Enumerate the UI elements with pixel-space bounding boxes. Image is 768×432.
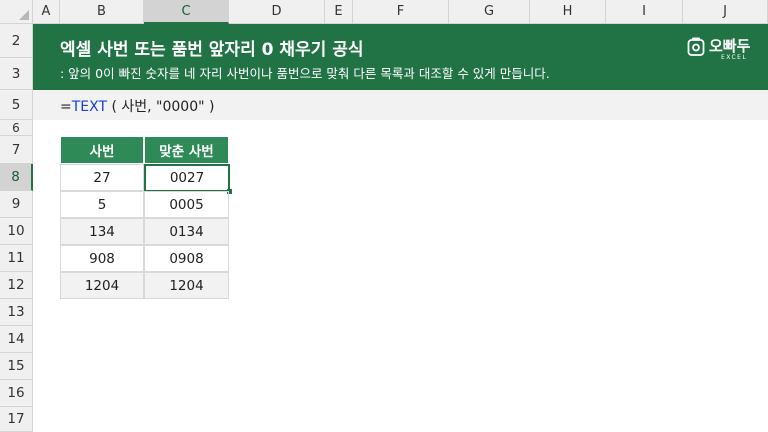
cell-c8-active[interactable]: 0027 bbox=[144, 164, 230, 192]
cell-c10[interactable]: 0134 bbox=[144, 218, 229, 245]
cell-c11[interactable]: 0908 bbox=[144, 245, 229, 272]
row-header-16[interactable]: 16 bbox=[0, 380, 33, 407]
row-header-14[interactable]: 14 bbox=[0, 326, 33, 353]
formula-prefix: = bbox=[60, 99, 72, 115]
cell-b9[interactable]: 5 bbox=[60, 191, 144, 218]
row-header-11[interactable]: 11 bbox=[0, 245, 33, 272]
select-all-triangle-icon bbox=[19, 10, 29, 20]
row-header-5[interactable]: 5 bbox=[0, 90, 33, 120]
formula-text[interactable]: =TEXT ( 사번, "0000" ) bbox=[60, 96, 214, 116]
column-header-e[interactable]: E bbox=[325, 0, 353, 24]
column-header-j[interactable]: J bbox=[683, 0, 768, 24]
column-header-h[interactable]: H bbox=[530, 0, 606, 24]
cell-b11[interactable]: 908 bbox=[60, 245, 144, 272]
row-header-7[interactable]: 7 bbox=[0, 136, 33, 164]
select-all-corner[interactable] bbox=[0, 0, 33, 24]
row-header-13[interactable]: 13 bbox=[0, 299, 33, 326]
column-header-c[interactable]: C bbox=[144, 0, 229, 24]
column-header-d[interactable]: D bbox=[229, 0, 325, 24]
table-header-padded-id[interactable]: 맞춘 사번 bbox=[144, 136, 229, 164]
cell-b12[interactable]: 1204 bbox=[60, 272, 144, 299]
logo-icon bbox=[687, 37, 705, 56]
row-header-12[interactable]: 12 bbox=[0, 272, 33, 299]
row-header-9[interactable]: 9 bbox=[0, 191, 33, 218]
brand-logo: 오빠두 EXCEL bbox=[687, 35, 759, 65]
column-header-a[interactable]: A bbox=[33, 0, 60, 24]
row-header-6[interactable]: 6 bbox=[0, 120, 33, 136]
row-header-3[interactable]: 3 bbox=[0, 58, 33, 90]
cell-b8[interactable]: 27 bbox=[60, 164, 144, 191]
row-header-15[interactable]: 15 bbox=[0, 353, 33, 380]
row-header-17[interactable]: 17 bbox=[0, 407, 33, 432]
row-header-10[interactable]: 10 bbox=[0, 218, 33, 245]
column-header-i[interactable]: I bbox=[606, 0, 683, 24]
cell-c9[interactable]: 0005 bbox=[144, 191, 229, 218]
cell-b10[interactable]: 134 bbox=[60, 218, 144, 245]
row-header-2[interactable]: 2 bbox=[0, 24, 33, 58]
column-header-g[interactable]: G bbox=[449, 0, 530, 24]
formula-function: TEXT bbox=[71, 99, 108, 115]
page-subtitle: : 앞의 0이 빠진 숫자를 네 자리 사번이나 품번으로 맞춰 다른 목록과 … bbox=[60, 66, 550, 81]
logo-text: 오빠두 bbox=[709, 37, 751, 55]
column-header-b[interactable]: B bbox=[60, 0, 144, 24]
logo-subtext: EXCEL bbox=[721, 54, 748, 61]
page-title: 엑셀 사번 또는 품번 앞자리 0 채우기 공식 bbox=[60, 40, 364, 60]
cell-c12[interactable]: 1204 bbox=[144, 272, 229, 299]
column-header-f[interactable]: F bbox=[353, 0, 449, 24]
formula-args: ( 사번, "0000" ) bbox=[107, 99, 215, 115]
row-header-8[interactable]: 8 bbox=[0, 164, 33, 191]
table-header-id[interactable]: 사번 bbox=[60, 136, 144, 164]
